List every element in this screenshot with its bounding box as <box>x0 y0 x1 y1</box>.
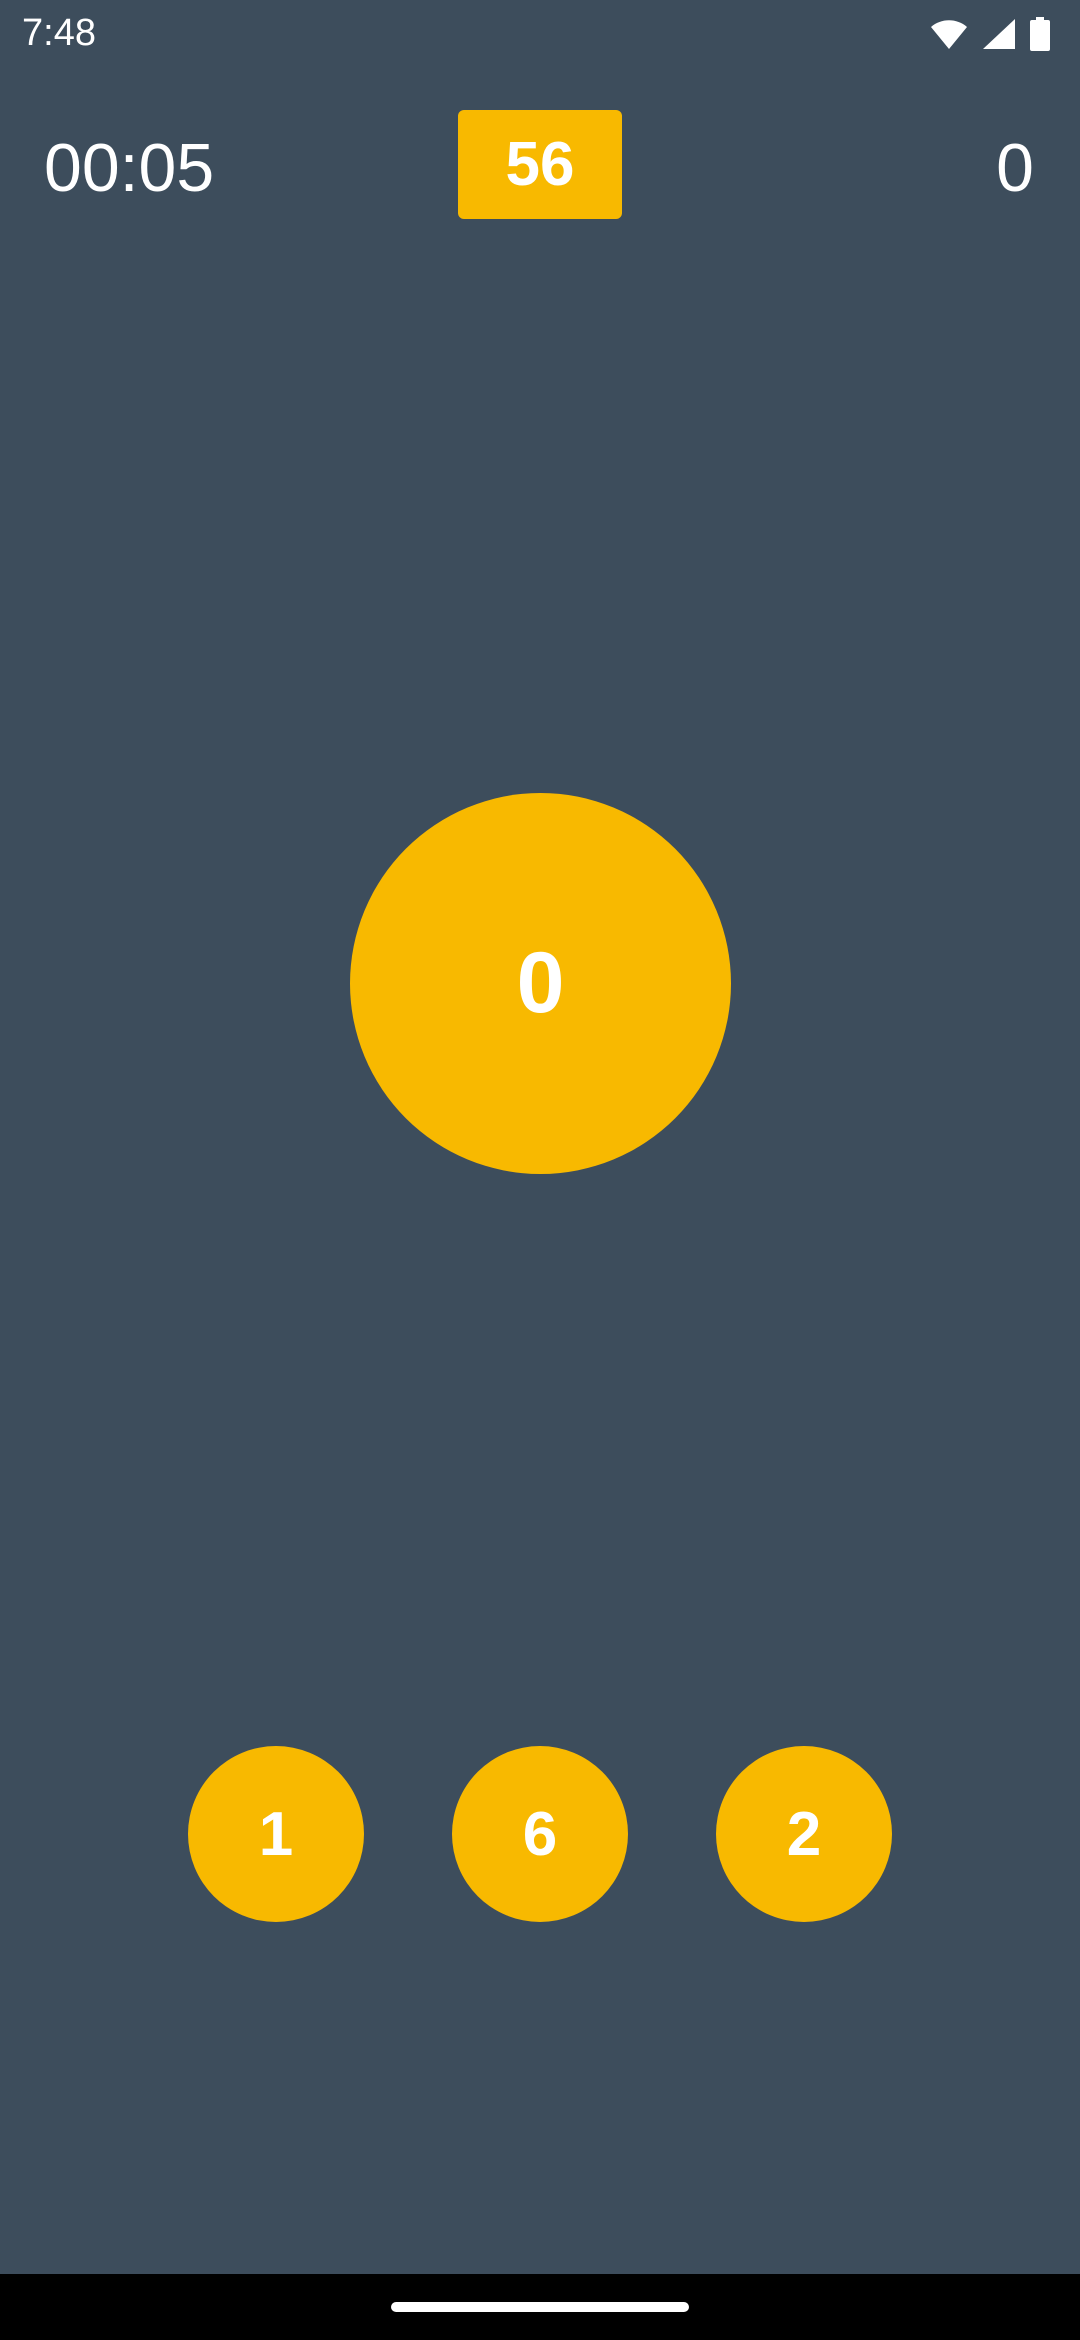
target-number: 56 <box>458 110 622 219</box>
navigation-bar <box>0 2274 1080 2340</box>
home-indicator[interactable] <box>391 2302 689 2312</box>
option-button-1[interactable]: 1 <box>188 1746 364 1922</box>
status-time: 7:48 <box>22 12 96 54</box>
battery-icon <box>1030 17 1050 51</box>
wifi-icon <box>930 18 968 50</box>
score: 0 <box>996 130 1034 206</box>
status-bar: 7:48 <box>0 0 1080 68</box>
option-button-2[interactable]: 6 <box>452 1746 628 1922</box>
status-icons <box>930 14 1050 54</box>
timer: 00:05 <box>44 130 215 206</box>
option-button-3[interactable]: 2 <box>716 1746 892 1922</box>
cellular-signal-icon <box>982 18 1016 50</box>
current-value-circle: 0 <box>350 793 731 1174</box>
game-screen: 7:48 00:05 56 0 0 1 6 2 <box>0 0 1080 2340</box>
